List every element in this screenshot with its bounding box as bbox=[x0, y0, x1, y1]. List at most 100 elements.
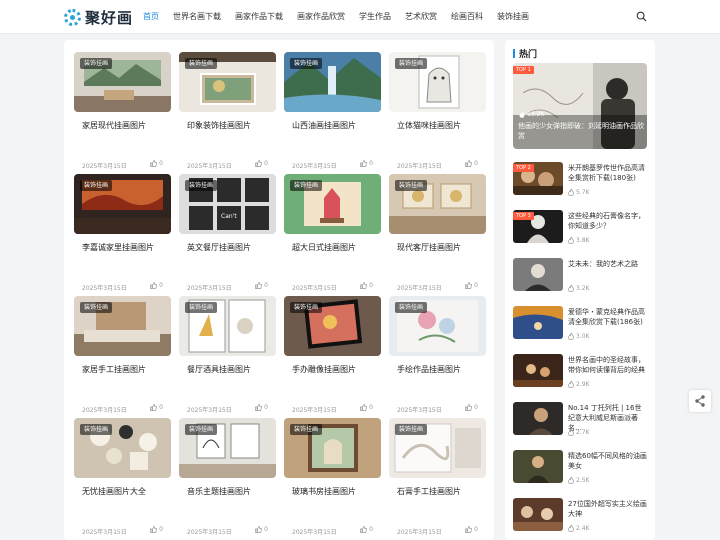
article-card[interactable]: 装饰挂画 山西油画挂画图片 2025年3月15日 0 bbox=[284, 52, 381, 170]
nav-item-painting-wiki[interactable]: 绘画百科 bbox=[444, 0, 490, 34]
article-title[interactable]: 餐厅酒具挂画图片 bbox=[187, 364, 251, 375]
nav-item-home[interactable]: 首页 bbox=[136, 0, 166, 34]
category-tag[interactable]: 装饰挂画 bbox=[290, 424, 323, 435]
article-title[interactable]: 山西油画挂画图片 bbox=[292, 120, 356, 131]
article-card[interactable]: 装饰挂画 印象装饰挂画图片 2025年3月15日 0 bbox=[179, 52, 276, 170]
article-thumbnail[interactable]: 装饰挂画 bbox=[179, 52, 276, 112]
like-button[interactable]: 0 bbox=[255, 160, 268, 167]
hot-item-thumbnail[interactable] bbox=[513, 498, 563, 531]
nav-item-artist-downloads[interactable]: 画家作品下载 bbox=[228, 0, 290, 34]
category-tag[interactable]: 装饰挂画 bbox=[395, 58, 428, 69]
like-button[interactable]: 0 bbox=[150, 526, 163, 533]
like-button[interactable]: 0 bbox=[150, 404, 163, 411]
article-thumbnail[interactable]: 装饰挂画 bbox=[284, 418, 381, 478]
article-thumbnail[interactable]: 装饰挂画 bbox=[74, 52, 171, 112]
category-tag[interactable]: 装饰挂画 bbox=[80, 58, 113, 69]
like-button[interactable]: 0 bbox=[465, 160, 478, 167]
hot-item-title[interactable]: 爱德华・蒙克经典作品高清全集欣赏下载(186张) bbox=[568, 307, 648, 327]
hot-list-item[interactable]: 世界名画中的圣经故事，带你如何读懂背后的经典 2.9K bbox=[513, 354, 647, 394]
like-button[interactable]: 0 bbox=[150, 282, 163, 289]
article-title[interactable]: 印象装饰挂画图片 bbox=[187, 120, 251, 131]
category-tag[interactable]: 装饰挂画 bbox=[395, 302, 428, 313]
article-title[interactable]: 无忧挂画图片大全 bbox=[82, 486, 146, 497]
article-card[interactable]: 装饰挂画 家居现代挂画图片 2025年3月15日 0 bbox=[74, 52, 171, 170]
article-card[interactable]: 装饰挂画 家居手工挂画图片 2025年3月15日 0 bbox=[74, 296, 171, 414]
hot-list-item[interactable]: 爱德华・蒙克经典作品高清全集欣赏下载(186张) 3.0K bbox=[513, 306, 647, 346]
category-tag[interactable]: 装饰挂画 bbox=[80, 302, 113, 313]
category-tag[interactable]: 装饰挂画 bbox=[395, 180, 428, 191]
hot-item-title[interactable]: 这些经典的石膏像名字，你知道多少？ bbox=[568, 211, 648, 231]
like-button[interactable]: 0 bbox=[360, 160, 373, 167]
category-tag[interactable]: 装饰挂画 bbox=[80, 180, 113, 191]
article-thumbnail[interactable]: 装饰挂画 bbox=[284, 296, 381, 356]
like-button[interactable]: 0 bbox=[465, 526, 478, 533]
category-tag[interactable]: 装饰挂画 bbox=[290, 302, 323, 313]
article-thumbnail[interactable]: 装饰挂画 bbox=[389, 52, 486, 112]
article-title[interactable]: 李嘉诚家里挂画图片 bbox=[82, 242, 154, 253]
site-logo[interactable]: 聚好画 bbox=[64, 7, 133, 27]
article-thumbnail[interactable]: 装饰挂画 bbox=[179, 296, 276, 356]
article-title[interactable]: 家居现代挂画图片 bbox=[82, 120, 146, 131]
hot-item-thumbnail[interactable] bbox=[513, 306, 563, 339]
article-title[interactable]: 现代客厅挂画图片 bbox=[397, 242, 461, 253]
article-card[interactable]: 装饰挂画 李嘉诚家里挂画图片 2025年3月15日 0 bbox=[74, 174, 171, 292]
hot-item-thumbnail[interactable] bbox=[513, 402, 563, 435]
article-title[interactable]: 手绘作品挂画图片 bbox=[397, 364, 461, 375]
search-icon[interactable] bbox=[636, 11, 647, 22]
hot-item-thumbnail[interactable]: TOP 2 bbox=[513, 162, 563, 195]
article-thumbnail[interactable]: 装饰挂画 bbox=[284, 174, 381, 234]
hot-item-title[interactable]: 27位国外超写实主义绘画大神 bbox=[568, 499, 648, 519]
article-title[interactable]: 石膏手工挂画图片 bbox=[397, 486, 461, 497]
hot-item-title[interactable]: 精选60幅不同风格的油画美女 bbox=[568, 451, 648, 471]
nav-item-student-works[interactable]: 学生作品 bbox=[352, 0, 398, 34]
article-title[interactable]: 音乐主题挂画图片 bbox=[187, 486, 251, 497]
article-card[interactable]: Can't 装饰挂画 英文餐厅挂画图片 2025年3月15日 0 bbox=[179, 174, 276, 292]
like-button[interactable]: 0 bbox=[255, 282, 268, 289]
article-card[interactable]: 装饰挂画 立体猫咪挂画图片 2025年3月15日 0 bbox=[389, 52, 486, 170]
category-tag[interactable]: 装饰挂画 bbox=[290, 180, 323, 191]
article-title[interactable]: 家居手工挂画图片 bbox=[82, 364, 146, 375]
article-thumbnail[interactable]: 装饰挂画 bbox=[389, 418, 486, 478]
hot-list-item[interactable]: 艾未未：我的艺术之路 3.2K bbox=[513, 258, 647, 298]
hot-list-item[interactable]: 27位国外超写实主义绘画大神 2.4K bbox=[513, 498, 647, 538]
category-tag[interactable]: 装饰挂画 bbox=[290, 58, 323, 69]
article-title[interactable]: 立体猫咪挂画图片 bbox=[397, 120, 461, 131]
nav-item-art-appreciation[interactable]: 艺术欣赏 bbox=[398, 0, 444, 34]
article-card[interactable]: 装饰挂画 超大日式挂画图片 2025年3月15日 0 bbox=[284, 174, 381, 292]
share-button[interactable] bbox=[689, 390, 711, 412]
like-button[interactable]: 0 bbox=[360, 526, 373, 533]
category-tag[interactable]: 装饰挂画 bbox=[185, 180, 218, 191]
article-thumbnail[interactable]: 装饰挂画 bbox=[179, 418, 276, 478]
hot-list-item[interactable]: 精选60幅不同风格的油画美女 2.5K bbox=[513, 450, 647, 490]
hot-item-thumbnail[interactable]: TOP 3 bbox=[513, 210, 563, 243]
article-thumbnail[interactable]: 装饰挂画 bbox=[389, 296, 486, 356]
hot-list-item[interactable]: No.14 丁托列托 | 16世纪意大利威尼斯画派著名… 2.7K bbox=[513, 402, 647, 442]
hot-item-thumbnail[interactable] bbox=[513, 450, 563, 483]
article-title[interactable]: 手办雕像挂画图片 bbox=[292, 364, 356, 375]
like-button[interactable]: 0 bbox=[360, 282, 373, 289]
nav-item-world-paintings[interactable]: 世界名画下载 bbox=[166, 0, 228, 34]
article-card[interactable]: 装饰挂画 石膏手工挂画图片 2025年3月15日 0 bbox=[389, 418, 486, 536]
like-button[interactable]: 0 bbox=[465, 404, 478, 411]
article-card[interactable]: 装饰挂画 餐厅酒具挂画图片 2025年3月15日 0 bbox=[179, 296, 276, 414]
hot-item-thumbnail[interactable] bbox=[513, 258, 563, 291]
hot-list-item[interactable]: TOP 3 这些经典的石膏像名字，你知道多少？ 3.8K bbox=[513, 210, 647, 250]
article-card[interactable]: 装饰挂画 玻璃书房挂画图片 2025年3月15日 0 bbox=[284, 418, 381, 536]
like-button[interactable]: 0 bbox=[255, 526, 268, 533]
article-title[interactable]: 玻璃书房挂画图片 bbox=[292, 486, 356, 497]
hot-item-title[interactable]: 艾未未：我的艺术之路 bbox=[568, 259, 648, 269]
hot-item-thumbnail[interactable] bbox=[513, 354, 563, 387]
article-title[interactable]: 超大日式挂画图片 bbox=[292, 242, 356, 253]
like-button[interactable]: 0 bbox=[360, 404, 373, 411]
article-card[interactable]: 装饰挂画 无忧挂画图片大全 2025年3月15日 0 bbox=[74, 418, 171, 536]
article-title[interactable]: 英文餐厅挂画图片 bbox=[187, 242, 251, 253]
hot-item-title[interactable]: 世界名画中的圣经故事，带你如何读懂背后的经典 bbox=[568, 355, 648, 375]
article-thumbnail[interactable]: 装饰挂画 bbox=[74, 296, 171, 356]
hot-item-title[interactable]: 米开朗基罗传世作品高清全集赏析下载(180张) bbox=[568, 163, 648, 183]
category-tag[interactable]: 装饰挂画 bbox=[80, 424, 113, 435]
article-card[interactable]: 装饰挂画 现代客厅挂画图片 2025年3月15日 0 bbox=[389, 174, 486, 292]
like-button[interactable]: 0 bbox=[465, 282, 478, 289]
category-tag[interactable]: 装饰挂画 bbox=[185, 58, 218, 69]
nav-item-decor-paintings[interactable]: 装饰挂画 bbox=[490, 0, 536, 34]
hot-list-item[interactable]: TOP 2 米开朗基罗传世作品高清全集赏析下载(180张) 5.7K bbox=[513, 162, 647, 202]
